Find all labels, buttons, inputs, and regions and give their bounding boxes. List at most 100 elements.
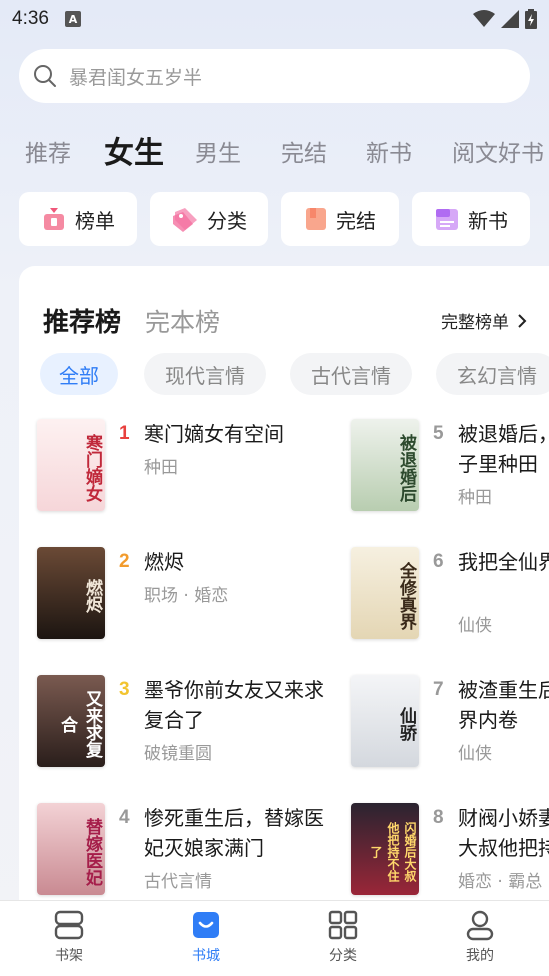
- status-time: 4:36: [12, 8, 49, 29]
- book-cover: 被退婚后: [351, 419, 419, 511]
- book-tags: 仙侠: [458, 616, 492, 636]
- book-cover: 燃烬: [37, 547, 105, 639]
- battery-icon: [525, 9, 537, 29]
- nav-category[interactable]: 分类: [303, 909, 383, 965]
- wifi-icon: [473, 10, 495, 27]
- full-list-link[interactable]: 完整榜单: [441, 308, 527, 333]
- chip-fantasy-romance[interactable]: 玄幻言情: [436, 353, 549, 395]
- status-bar: 4:36 A: [0, 0, 549, 38]
- book-tags: 婚恋 · 霸总: [458, 872, 543, 892]
- nav-bookshelf-label: 书架: [55, 948, 83, 964]
- book-item[interactable]: 寒门嫡女 1 寒门嫡女有空间 种田: [37, 419, 327, 519]
- book-title: 被退婚后，我在村肠子里种田: [458, 422, 549, 476]
- book-tags: 职场 · 婚恋: [144, 586, 229, 606]
- nav-bookstore[interactable]: 书城: [166, 909, 246, 965]
- book-rank: 6: [433, 551, 444, 572]
- book-item[interactable]: 全修真界 6 我把全仙界都惹哭了 仙侠: [351, 547, 549, 647]
- nav-bookstore-label: 书城: [192, 948, 220, 964]
- nav-profile[interactable]: 我的: [440, 909, 520, 965]
- book-cover: 全修真界: [351, 547, 419, 639]
- quick-new-label: 新书: [468, 208, 508, 233]
- book-cover: 仙骄: [351, 675, 419, 767]
- bookstore-icon: [193, 912, 219, 938]
- book-cover-title: 寒门嫡女: [82, 434, 102, 502]
- book-rank: 2: [119, 551, 130, 572]
- book-rank: 3: [119, 679, 130, 700]
- search-placeholder: 暴君闺女五岁半: [69, 66, 203, 89]
- tab-completed-ranking[interactable]: 完本榜: [145, 303, 220, 339]
- book-title: 惨死重生后，替嫁医妃灭娘家满门: [144, 806, 324, 860]
- quick-ranking-label: 榜单: [75, 208, 115, 233]
- book-title: 燃烬: [144, 550, 184, 574]
- book-rank: 4: [119, 807, 130, 828]
- quick-category-button[interactable]: 分类: [150, 192, 268, 246]
- book-cover-title: 全修真界: [396, 562, 416, 630]
- tag-icon: [173, 208, 197, 232]
- search-icon: [34, 65, 56, 87]
- quick-ranking-button[interactable]: 榜单: [19, 192, 137, 246]
- book-cover: 替嫁医妃: [37, 803, 105, 895]
- book-complete-icon: [306, 208, 326, 230]
- new-book-icon: [436, 209, 458, 230]
- book-title: 墨爷你前女友又来求复合了: [144, 678, 324, 732]
- book-tags: 破镜重圆: [144, 744, 212, 764]
- bottom-nav: 书架 书城 分类 我的: [0, 900, 549, 976]
- book-title: 被渣重生后，我在仙界内卷: [458, 678, 549, 732]
- chip-all[interactable]: 全部: [40, 353, 118, 395]
- signal-icon: [501, 10, 519, 28]
- full-list-label: 完整榜单: [441, 313, 509, 333]
- tab-new[interactable]: 新书: [366, 134, 412, 168]
- chevron-right-icon: [518, 313, 527, 328]
- ranking-icon: [44, 208, 64, 230]
- quick-new-button[interactable]: 新书: [412, 192, 530, 246]
- book-cover-title: 替嫁医妃: [82, 818, 102, 886]
- tab-completed[interactable]: 完结: [281, 134, 327, 168]
- ranking-tabs: 推荐榜 完本榜: [43, 302, 244, 339]
- chip-modern-romance[interactable]: 现代言情: [144, 353, 266, 395]
- person-icon: [466, 910, 494, 941]
- nav-bookshelf[interactable]: 书架: [29, 909, 109, 965]
- chip-ancient-romance[interactable]: 古代言情: [290, 353, 412, 395]
- book-rank: 1: [119, 423, 130, 444]
- book-item[interactable]: 燃烬 2 燃烬 职场 · 婚恋: [37, 547, 327, 647]
- notification-icon: A: [64, 11, 81, 27]
- book-tags: 古代言情: [144, 872, 212, 892]
- quick-completed-button[interactable]: 完结: [281, 192, 399, 246]
- tab-recommend-ranking[interactable]: 推荐榜: [43, 302, 121, 339]
- book-cover: 闪婚后大叔他把持不住了: [351, 803, 419, 895]
- book-title: 财阀小娇妻重生后，大叔他把持不住了: [458, 806, 549, 860]
- book-tags: 种田: [144, 458, 178, 478]
- tab-recommend[interactable]: 推荐: [25, 134, 71, 168]
- book-rank: 8: [433, 807, 444, 828]
- book-rank: 5: [433, 423, 444, 444]
- tab-female[interactable]: 女生: [104, 128, 164, 172]
- bookshelf-icon: [54, 910, 84, 940]
- quick-completed-label: 完结: [336, 208, 376, 233]
- book-item[interactable]: 闪婚后大叔他把持不住了 8 财阀小娇妻重生后，大叔他把持不住了 婚恋 · 霸总: [351, 803, 549, 903]
- book-cover-title: 仙骄: [396, 707, 416, 741]
- book-cover: 又来求复合: [37, 675, 105, 767]
- book-rank: 7: [433, 679, 444, 700]
- book-title: 我把全仙界都惹哭了: [458, 550, 549, 574]
- book-item[interactable]: 被退婚后 5 被退婚后，我在村肠子里种田 种田: [351, 419, 549, 519]
- grid-icon: [328, 910, 358, 940]
- book-cover-title: 燃烬: [82, 579, 102, 613]
- book-cover-title: 闪婚后大叔他把持不住了: [369, 822, 417, 882]
- book-cover: 寒门嫡女: [37, 419, 105, 511]
- tab-good-books[interactable]: 阅文好书: [452, 134, 544, 168]
- ranking-card: 推荐榜 完本榜 完整榜单 全部 现代言情 古代言情 玄幻言情 寒门嫡女 1 寒门…: [19, 266, 549, 906]
- book-cover-title: 又来求复合: [57, 690, 102, 758]
- book-title: 寒门嫡女有空间: [144, 422, 284, 446]
- book-cover-title: 被退婚后: [396, 434, 416, 502]
- book-tags: 仙侠: [458, 744, 492, 764]
- book-item[interactable]: 替嫁医妃 4 惨死重生后，替嫁医妃灭娘家满门 古代言情: [37, 803, 327, 903]
- quick-category-label: 分类: [207, 208, 247, 233]
- tab-male[interactable]: 男生: [195, 134, 241, 168]
- search-bar[interactable]: 暴君闺女五岁半: [19, 49, 530, 103]
- nav-category-label: 分类: [329, 948, 357, 964]
- book-item[interactable]: 又来求复合 3 墨爷你前女友又来求复合了 破镜重圆: [37, 675, 327, 775]
- category-tabs: 推荐 女生 男生 完结 新书 阅文好书: [0, 122, 549, 176]
- book-item[interactable]: 仙骄 7 被渣重生后，我在仙界内卷 仙侠: [351, 675, 549, 775]
- book-tags: 种田: [458, 488, 492, 508]
- nav-profile-label: 我的: [466, 948, 494, 964]
